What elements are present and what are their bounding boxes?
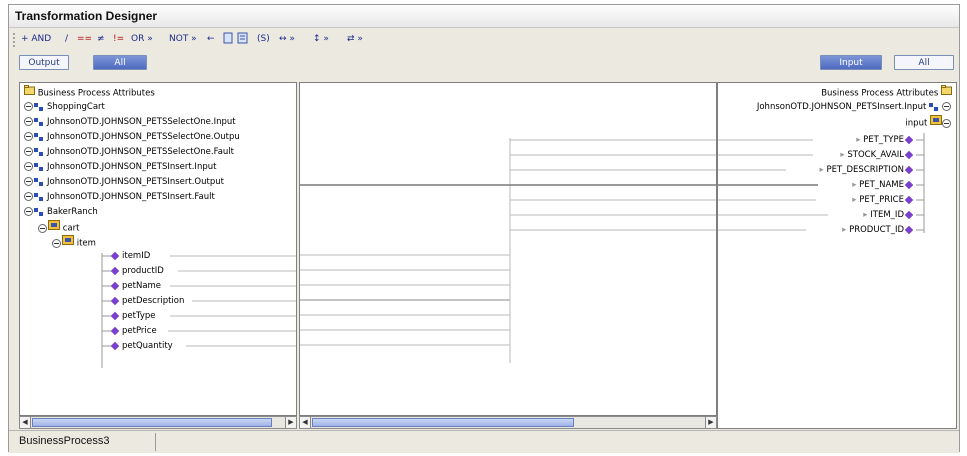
field-label: PET_TYPE (863, 135, 904, 145)
field-pet-name[interactable]: ▸ PET_NAME (852, 178, 916, 193)
scroll-left-arrow-icon[interactable]: ◀ (20, 417, 31, 428)
field-icon (110, 281, 120, 290)
mapping-canvas[interactable] (299, 82, 717, 416)
process-tab[interactable]: BusinessProcess3 (19, 435, 110, 447)
leaf-label: itemID (122, 251, 151, 261)
mapping-lines (300, 138, 716, 363)
leaf-label: petName (122, 281, 162, 291)
field-icon (110, 341, 120, 350)
toolbar: + AND / == ≠ != OR » NOT » ← (S) ↔ » ↕ »… (9, 28, 959, 52)
input-tree-panel[interactable]: Business Process Attributes JohnsonOTD.J… (717, 82, 957, 429)
field-icon (110, 326, 120, 335)
field-item-id[interactable]: ▸ ITEM_ID (863, 208, 916, 223)
left-tab-all[interactable]: All (93, 55, 147, 70)
field-label: PET_DESCRIPTION (826, 165, 904, 175)
field-pet-type[interactable]: ▸ PET_TYPE (856, 133, 916, 148)
copy-icon[interactable] (223, 32, 253, 49)
field-label: PET_PRICE (859, 195, 904, 205)
leaf-pettype[interactable]: petType (110, 309, 155, 324)
string-button[interactable]: (S) (257, 32, 270, 46)
toolbar-grip-icon[interactable] (13, 33, 18, 47)
field-icon (904, 180, 914, 189)
or-button[interactable]: OR » (131, 32, 153, 46)
leaf-label: petQuantity (122, 341, 173, 351)
field-icon (110, 266, 120, 275)
method-button[interactable]: ← (207, 32, 215, 46)
field-label: ITEM_ID (870, 210, 904, 220)
field-product-id[interactable]: ▸ PRODUCT_ID (842, 223, 916, 238)
scroll-right-arrow-icon[interactable]: ▶ (285, 417, 296, 428)
field-stock-avail[interactable]: ▸ STOCK_AVAIL (840, 148, 916, 163)
leaf-itemid[interactable]: itemID (110, 249, 150, 264)
leaf-petquantity[interactable]: petQuantity (110, 339, 173, 354)
field-label: PET_NAME (859, 180, 904, 190)
convert-button[interactable]: ↔ » (279, 32, 295, 46)
middle-horizontal-scrollbar[interactable]: ◀ ▶ (299, 416, 717, 429)
field-icon (904, 225, 914, 234)
window-title: Transformation Designer (15, 9, 158, 23)
leaf-productid[interactable]: productID (110, 264, 164, 279)
scroll-right-arrow-icon[interactable]: ▶ (705, 417, 716, 428)
leaf-label: petType (122, 311, 156, 321)
leaf-label: productID (122, 266, 164, 276)
scroll-thumb[interactable] (312, 418, 574, 427)
status-bar: BusinessProcess3 (9, 430, 959, 453)
scroll-left-arrow-icon[interactable]: ◀ (300, 417, 311, 428)
field-icon (110, 311, 120, 320)
field-pet-price[interactable]: ▸ PET_PRICE (852, 193, 916, 208)
scroll-thumb[interactable] (32, 418, 272, 427)
leaf-petname[interactable]: petName (110, 279, 161, 294)
field-icon (904, 165, 914, 174)
leaf-label: petDescription (122, 296, 185, 306)
not-equals-button[interactable]: != (113, 32, 124, 46)
field-pet-description[interactable]: ▸ PET_DESCRIPTION (820, 163, 916, 178)
transformation-designer-window: Transformation Designer + AND / == ≠ != … (8, 4, 960, 453)
left-tab-output[interactable]: Output (19, 55, 69, 70)
status-separator (155, 433, 156, 451)
field-icon (904, 210, 914, 219)
field-icon (110, 251, 120, 260)
field-icon (110, 296, 120, 305)
title-bar: Transformation Designer (9, 5, 959, 28)
and-button[interactable]: + AND (21, 32, 51, 46)
right-tab-all[interactable]: All (894, 55, 954, 70)
field-label: STOCK_AVAIL (847, 150, 904, 160)
output-tree-panel[interactable]: Business Process Attributes ShoppingCart… (19, 82, 297, 416)
input-tree-lines (718, 133, 925, 233)
right-tab-input[interactable]: Input (820, 55, 882, 70)
leaf-petdescription[interactable]: petDescription (110, 294, 184, 309)
equals-button[interactable]: == (77, 32, 92, 46)
field-icon (904, 135, 914, 144)
field-icon (904, 195, 914, 204)
field-icon (904, 150, 914, 159)
not-equal-symbol-button[interactable]: ≠ (97, 32, 105, 46)
leaf-label: petPrice (122, 326, 157, 336)
not-button[interactable]: NOT » (169, 32, 197, 46)
array-button[interactable]: ⇄ » (347, 32, 363, 46)
leaf-petprice[interactable]: petPrice (110, 324, 157, 339)
tree-connector-lines (101, 253, 296, 368)
relational-button[interactable]: ↕ » (313, 32, 329, 46)
divide-button[interactable]: / (65, 32, 68, 46)
left-horizontal-scrollbar[interactable]: ◀ ▶ (19, 416, 297, 429)
field-label: PRODUCT_ID (849, 225, 904, 235)
